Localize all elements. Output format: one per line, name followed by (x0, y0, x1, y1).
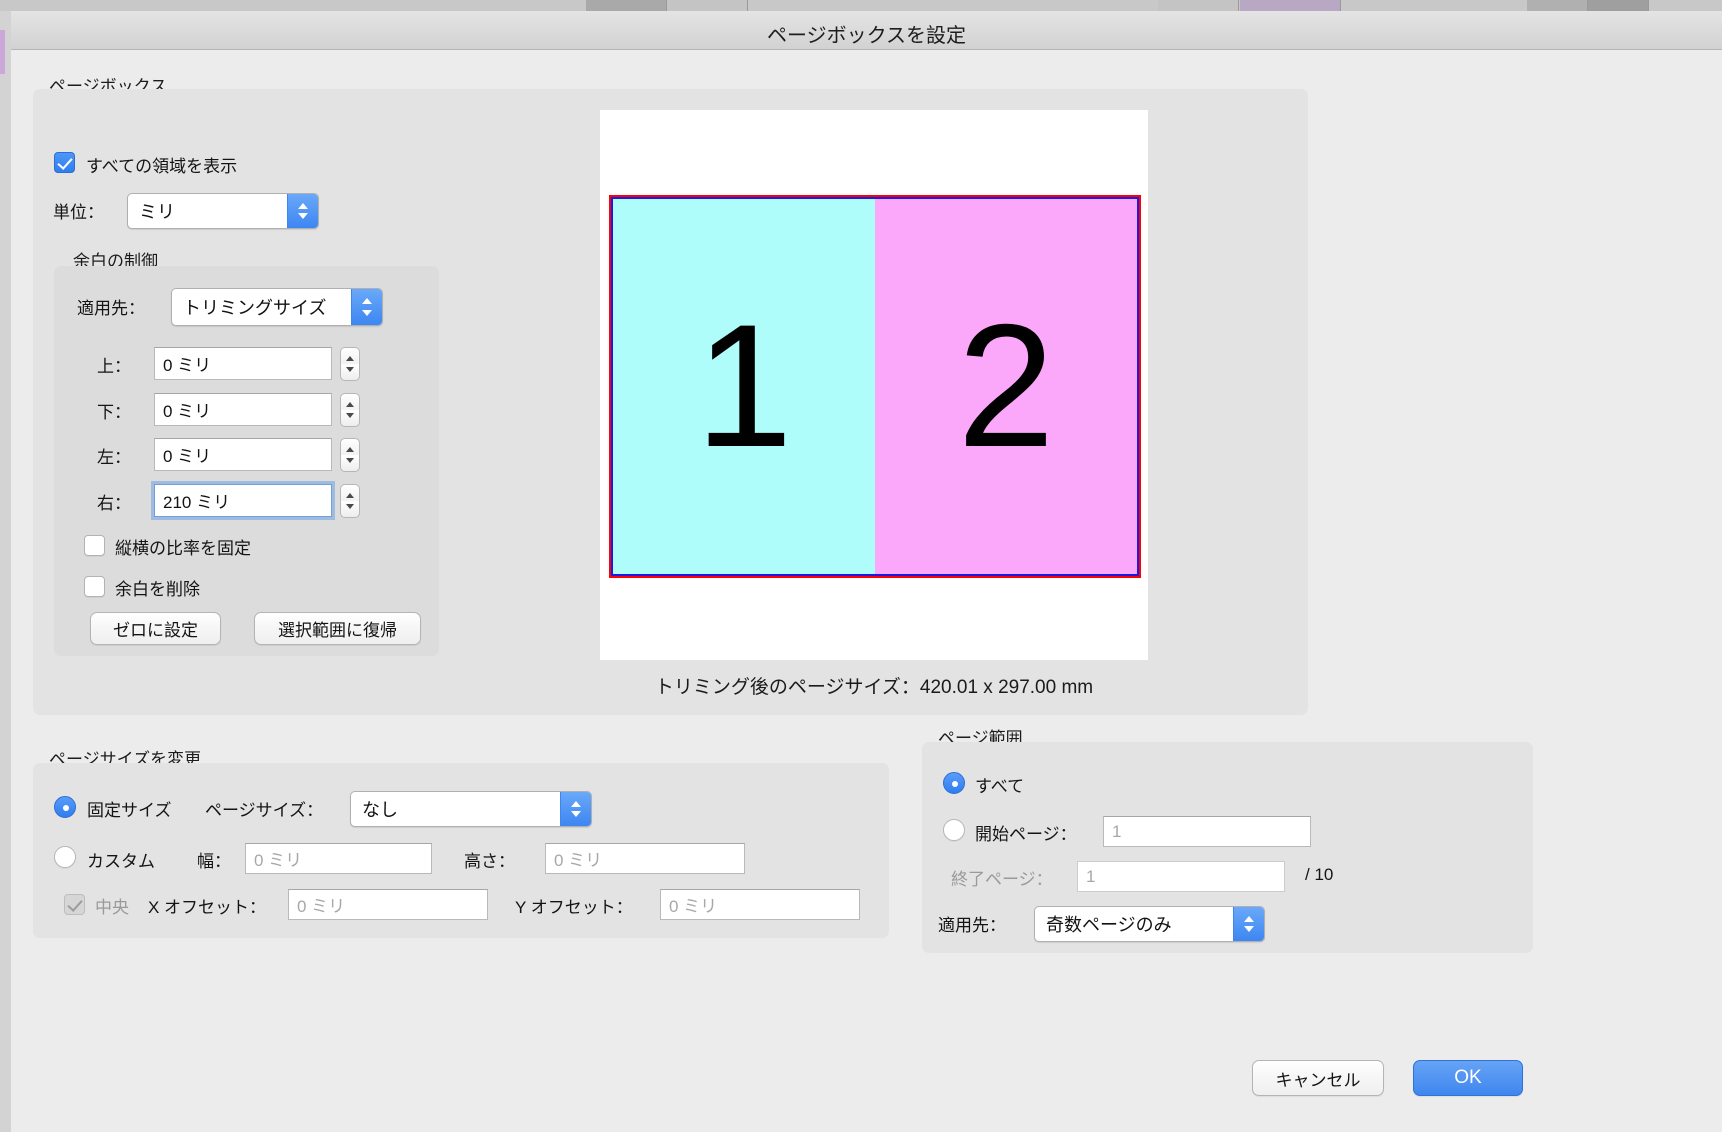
show-all-regions-checkbox[interactable] (54, 152, 75, 173)
x-offset-input[interactable]: 0 ミリ (288, 889, 488, 920)
start-page-input[interactable]: 1 (1103, 816, 1311, 847)
margin-top-stepper[interactable] (340, 347, 360, 381)
revert-selection-button[interactable]: 選択範囲に復帰 (254, 612, 421, 645)
height-input[interactable]: 0 ミリ (545, 843, 745, 874)
chevron-updown-icon[interactable] (1233, 907, 1264, 941)
show-all-regions-label: すべての領域を表示 (86, 157, 238, 176)
range-all-label: すべて (975, 777, 1025, 796)
fixed-size-label: 固定サイズ (87, 801, 172, 820)
margin-apply-to-select[interactable]: トリミングサイズ (171, 288, 383, 326)
dialog-titlebar: ページボックスを設定 (11, 11, 1722, 50)
set-zero-button[interactable]: ゼロに設定 (90, 612, 221, 645)
cancel-button[interactable]: キャンセル (1252, 1060, 1384, 1096)
margin-apply-to-label: 適用先： (77, 299, 145, 318)
page-preview-frame: 1 2 (609, 195, 1141, 578)
end-page-input[interactable]: 1 (1077, 861, 1285, 892)
page-size-label: ページサイズ： (205, 801, 324, 820)
custom-size-label: カスタム (87, 852, 155, 871)
lock-aspect-ratio-label: 縦横の比率を固定 (115, 539, 251, 558)
margin-left-input[interactable]: 0 ミリ (154, 438, 332, 471)
desktop-left-edge (0, 11, 11, 1132)
page-size-value: なし (362, 800, 398, 820)
background-tab (586, 0, 667, 11)
preview-page-right: 2 (875, 199, 1137, 574)
chevron-updown-icon[interactable] (351, 289, 382, 325)
ok-button[interactable]: OK (1413, 1060, 1523, 1096)
app-root: ページボックスを設定 ページボックス すべての領域を表示 単位： ミリ 余白の制… (0, 0, 1722, 1132)
margin-top-input[interactable]: 0 ミリ (154, 347, 332, 380)
margin-top-label: 上： (97, 357, 131, 376)
x-offset-label: X オフセット： (148, 898, 267, 917)
remove-margins-checkbox[interactable] (84, 576, 105, 597)
end-page-label: 終了ページ： (951, 870, 1053, 889)
total-pages-label: / 10 (1305, 865, 1334, 884)
remove-margins-label: 余白を削除 (115, 580, 200, 599)
fixed-size-radio[interactable] (54, 796, 76, 818)
margin-bottom-input[interactable]: 0 ミリ (154, 393, 332, 426)
background-tab (1527, 0, 1588, 11)
width-label: 幅： (197, 852, 231, 871)
desktop-left-accent (0, 30, 5, 74)
margin-bottom-label: 下： (97, 403, 131, 422)
preview-caption: トリミング後のページサイズ：420.01 x 297.00 mm (654, 677, 1094, 698)
lock-aspect-ratio-checkbox[interactable] (84, 535, 105, 556)
range-all-radio[interactable] (943, 772, 965, 794)
dialog-title: ページボックスを設定 (767, 25, 966, 47)
range-apply-to-value: 奇数ページのみ (1046, 915, 1172, 935)
background-tab (1158, 0, 1239, 11)
range-apply-to-label: 適用先： (938, 916, 1006, 935)
start-page-label: 開始ページ： (975, 825, 1077, 844)
background-tab (1588, 0, 1649, 11)
range-start-radio[interactable] (943, 819, 965, 841)
center-checkbox[interactable] (64, 894, 85, 915)
y-offset-input[interactable]: 0 ミリ (660, 889, 860, 920)
background-tab (667, 0, 748, 11)
height-label: 高さ： (464, 852, 515, 871)
unit-label: 単位： (53, 203, 104, 222)
center-label: 中央 (95, 898, 129, 917)
margin-bottom-stepper[interactable] (340, 393, 360, 427)
preview-page-left: 1 (613, 199, 875, 574)
unit-select[interactable]: ミリ (127, 193, 319, 229)
margin-apply-to-value: トリミングサイズ (183, 298, 327, 318)
page-size-select[interactable]: なし (350, 791, 592, 827)
unit-select-value: ミリ (139, 202, 175, 222)
margin-right-stepper[interactable] (340, 484, 360, 518)
width-input[interactable]: 0 ミリ (245, 843, 432, 874)
custom-size-radio[interactable] (54, 846, 76, 868)
margin-right-label: 右： (97, 494, 131, 513)
margin-left-label: 左： (97, 448, 131, 467)
y-offset-label: Y オフセット： (515, 898, 633, 917)
chevron-updown-icon[interactable] (287, 194, 318, 228)
page-preview-frame-inner: 1 2 (611, 197, 1139, 576)
margin-right-input[interactable]: 210 ミリ (154, 484, 332, 517)
range-apply-to-select[interactable]: 奇数ページのみ (1034, 906, 1265, 942)
margin-left-stepper[interactable] (340, 438, 360, 472)
background-tab (1240, 0, 1341, 11)
page-box-dialog: ページボックスを設定 ページボックス すべての領域を表示 単位： ミリ 余白の制… (11, 11, 1722, 1132)
chevron-updown-icon[interactable] (560, 792, 591, 826)
